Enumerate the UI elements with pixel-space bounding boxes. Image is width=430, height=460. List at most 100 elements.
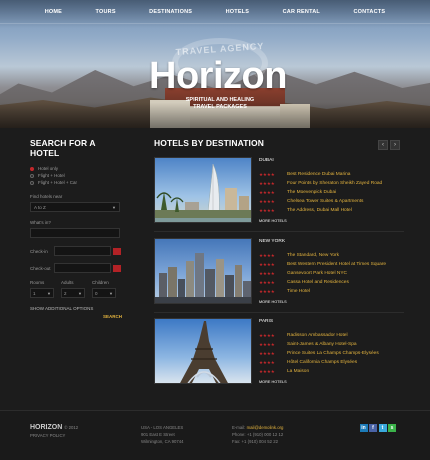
hotel-item[interactable]: ★★★★ Cassa Hotel and Residences [259, 278, 386, 287]
hotel-item[interactable]: ★★★★ Radisson Ambassador Hotel [259, 331, 379, 340]
adults-label: Adults [61, 280, 74, 285]
rating-stars: ★★★★ [259, 288, 275, 294]
radio-dot [30, 180, 34, 185]
search-submit-row: SEARCH [30, 314, 122, 319]
what-input[interactable] [30, 228, 120, 238]
hotel-item[interactable]: ★★★★ Gansevoort Park Hotel NYC [259, 269, 386, 278]
hotel-name[interactable]: The Moevenpick Dubai [287, 190, 336, 195]
hotel-item[interactable]: ★★★★ Prince Suites La Champs Champs-Elysé… [259, 349, 379, 358]
more-hotels-link[interactable]: MORE HOTELS [259, 380, 287, 384]
hotel-item[interactable]: ★★★★ La Maison [259, 367, 379, 376]
adults-select[interactable]: 2 ▼ [61, 288, 85, 298]
hotel-name[interactable]: Saint-James & Albany Hotel-Spa [287, 342, 357, 347]
what-label: What's in? [30, 220, 51, 225]
hotel-list: ★★★★ Best Residence Dubai Marina ★★★★ Four… [259, 170, 382, 215]
rooms-select[interactable]: 1 ▼ [30, 288, 54, 298]
rating-stars: ★★★★ [259, 252, 275, 258]
linkedin-icon[interactable]: in [359, 424, 368, 432]
hotel-name[interactable]: Chelsea Tower Suites & Apartments [287, 199, 363, 204]
rating-stars: ★★★★ [259, 171, 275, 177]
hotel-item[interactable]: ★★★★ Saint-James & Albany Hotel-Spa [259, 340, 379, 349]
hotel-name[interactable]: The Standard, New York [287, 253, 339, 258]
calendar-icon[interactable] [113, 264, 121, 272]
children-select[interactable]: 0 ▼ [92, 288, 116, 298]
nav-car-rental[interactable]: CAR RENTAL [283, 9, 320, 15]
site-logo[interactable]: Horizon [128, 56, 308, 96]
checkout-input[interactable] [54, 263, 111, 273]
hotel-name[interactable]: Time Hotel [287, 289, 310, 294]
hotel-name[interactable]: Prince Suites La Champs Champs-Elysées [287, 351, 379, 356]
more-hotels-link[interactable]: MORE HOTELS [259, 219, 287, 223]
hotel-name[interactable]: Cassa Hotel and Residences [287, 280, 349, 285]
hotel-name[interactable]: Hôtel California Champs Elysées [287, 360, 357, 365]
hotel-name[interactable]: Best Western President Hotel at Times Sq… [287, 262, 386, 267]
twitter-icon[interactable]: t [378, 424, 387, 432]
prev-arrow-icon[interactable]: ‹ [378, 140, 388, 150]
chevron-down-icon: ▼ [78, 290, 82, 296]
email-link[interactable]: mail@demolink.org [247, 425, 284, 430]
hotels-section-header: HOTELS BY DESTINATION [154, 138, 404, 148]
nav-destinations[interactable]: DESTINATIONS [149, 9, 192, 15]
nav-tours[interactable]: TOURS [96, 9, 116, 15]
radio-label: Flight + Hotel [38, 173, 65, 178]
nav-hotels[interactable]: HOTELS [226, 9, 250, 15]
hotel-name[interactable]: La Maison [287, 369, 309, 374]
new-york-skyline [155, 253, 251, 303]
find-select[interactable]: A to Z ▼ [30, 202, 120, 212]
hotel-item[interactable]: ★★★★ The Standard, New York [259, 251, 386, 260]
hotel-item[interactable]: ★★★★ Chelsea Tower Suites & Apartments [259, 197, 382, 206]
hotel-item[interactable]: ★★★★ Time Hotel [259, 287, 386, 296]
rating-stars: ★★★★ [259, 341, 275, 347]
dubai-photo[interactable] [154, 157, 252, 223]
hotel-name[interactable]: Four Points by Sheraton Sheikh Zayed Roa… [287, 181, 382, 186]
children-label: Children [92, 280, 109, 285]
next-arrow-icon[interactable]: › [390, 140, 400, 150]
search-button[interactable]: SEARCH [103, 314, 122, 319]
new-york-photo[interactable] [154, 238, 252, 304]
paris-photo[interactable] [154, 318, 252, 384]
children-value: 0 [95, 290, 98, 296]
address-line: 901 East E Street [141, 432, 175, 437]
hotel-name[interactable]: Radisson Ambassador Hotel [287, 333, 348, 338]
checkin-input[interactable] [54, 246, 111, 256]
radio-flight-hotel[interactable]: Flight + Hotel [30, 172, 122, 179]
hotel-name[interactable]: Best Residence Dubai Marina [287, 172, 350, 177]
city-name: DUBAI [259, 158, 274, 163]
hotel-item[interactable]: ★★★★ Four Points by Sheraton Sheikh Zayed… [259, 179, 382, 188]
rating-stars: ★★★★ [259, 189, 275, 195]
hotel-item[interactable]: ★★★★ Best Western President Hotel at Time… [259, 260, 386, 269]
search-title: SEARCH FOR A HOTEL [30, 138, 96, 158]
privacy-policy-link[interactable]: PRIVACY POLICY [30, 433, 65, 438]
facebook-icon[interactable]: f [369, 424, 377, 432]
nav-divider [0, 23, 430, 24]
radio-label: Flight + Hotel + Car [38, 180, 78, 185]
rating-stars: ★★★★ [259, 332, 275, 338]
divider [154, 231, 404, 232]
skype-icon[interactable]: s [388, 424, 396, 432]
radio-flight-hotel-car[interactable]: Flight + Hotel + Car [30, 179, 122, 186]
rooms-col: Rooms 1 ▼ [30, 280, 54, 298]
hotel-name[interactable]: The Address, Dubai Mall Hotel [287, 208, 352, 213]
footer-address: USA - LOS ANGELES 901 East E Street Wilm… [141, 424, 184, 445]
tagline-line-1: SPIRITUAL AND HEALING [185, 97, 255, 103]
hotel-item[interactable]: ★★★★ The Moevenpick Dubai [259, 188, 382, 197]
site-footer: HORIZON © 2012 PRIVACY POLICY USA - LOS … [0, 410, 430, 460]
hotel-item[interactable]: ★★★★ Hôtel California Champs Elysées [259, 358, 379, 367]
nav-home[interactable]: HOME [45, 9, 62, 15]
hotel-item[interactable]: ★★★★ The Address, Dubai Mall Hotel [259, 206, 382, 215]
main-nav: HOME TOURS DESTINATIONS HOTELS CAR RENTA… [0, 0, 430, 24]
nav-contacts[interactable]: CONTACTS [353, 9, 385, 15]
more-hotels-link[interactable]: MORE HOTELS [259, 300, 287, 304]
dubai-skyline [155, 163, 251, 222]
calendar-icon[interactable] [113, 247, 121, 255]
checkout-label: Check-out [30, 265, 51, 271]
search-actions: SHOW ADDITIONAL OPTIONS [30, 306, 122, 311]
phone-line: Phone: +1 (910) 000 12 12 [232, 432, 284, 437]
radio-hotel-only[interactable]: Hotel only [30, 165, 122, 172]
additional-options-link[interactable]: SHOW ADDITIONAL OPTIONS [30, 306, 93, 311]
hotel-item[interactable]: ★★★★ Best Residence Dubai Marina [259, 170, 382, 179]
find-label: Find hotels near [30, 194, 63, 199]
footer-brand-name: HORIZON [30, 424, 63, 431]
hotel-name[interactable]: Gansevoort Park Hotel NYC [287, 271, 347, 276]
fax-line: Fax: +1 (910) 004 52 22 [232, 439, 278, 444]
